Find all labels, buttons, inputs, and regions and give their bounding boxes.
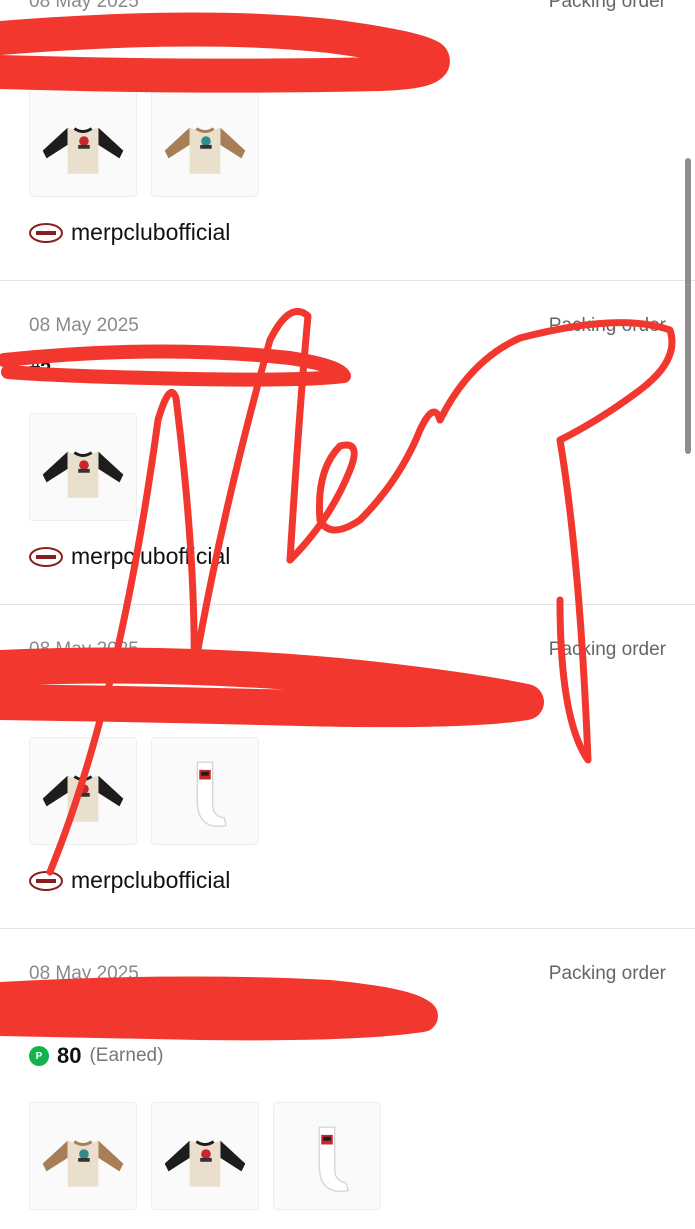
product-thumbnails bbox=[29, 89, 259, 197]
shop-logo-icon bbox=[29, 222, 63, 243]
order-date: 08 May 2025 bbox=[29, 639, 139, 660]
order-date: 08 May 2025 bbox=[29, 0, 139, 12]
order-card[interactable]: 08 May 2025 Packing order merpcluboffici… bbox=[0, 605, 695, 929]
order-id: #2 bbox=[29, 359, 52, 381]
product-thumbnails bbox=[29, 737, 259, 845]
order-status: Packing order bbox=[548, 639, 666, 660]
product-thumbnail[interactable] bbox=[29, 737, 137, 845]
raglan-shirt-black-sleeves-icon bbox=[42, 775, 124, 822]
product-thumbnail[interactable] bbox=[151, 1102, 259, 1210]
points-label: (Earned) bbox=[89, 1045, 164, 1066]
product-thumbnails bbox=[29, 413, 137, 521]
order-status: Packing order bbox=[548, 0, 666, 12]
shop-name: merpclubofficial bbox=[71, 219, 231, 245]
shop-name: merpclubofficial bbox=[71, 867, 231, 893]
raglan-shirt-brown-sleeves-icon bbox=[42, 1140, 124, 1187]
raglan-shirt-black-sleeves-icon bbox=[42, 127, 124, 174]
vertical-scrollbar[interactable] bbox=[685, 158, 691, 454]
white-sock-icon bbox=[196, 761, 228, 827]
shop-row[interactable]: merpclubofficial bbox=[29, 219, 230, 246]
points-earned: P 80 (Earned) bbox=[29, 1043, 163, 1069]
order-date: 08 May 2025 bbox=[29, 963, 139, 984]
product-thumbnail[interactable] bbox=[29, 89, 137, 197]
shop-row[interactable]: merpclubofficial bbox=[29, 867, 230, 894]
raglan-shirt-brown-sleeves-icon bbox=[164, 127, 246, 174]
product-thumbnail[interactable] bbox=[29, 413, 137, 521]
points-coin-icon: P bbox=[29, 1046, 49, 1066]
product-thumbnail[interactable] bbox=[29, 1102, 137, 1210]
order-card[interactable]: 08 May 2025 Packing order #2 merpcluboff… bbox=[0, 281, 695, 605]
raglan-shirt-black-sleeves-icon bbox=[164, 1140, 246, 1187]
product-thumbnail[interactable] bbox=[151, 737, 259, 845]
shop-row[interactable]: merpclubofficial bbox=[29, 543, 230, 570]
product-thumbnail[interactable] bbox=[273, 1102, 381, 1210]
product-thumbnails bbox=[29, 1102, 381, 1210]
shop-logo-icon bbox=[29, 546, 63, 567]
order-date: 08 May 2025 bbox=[29, 315, 139, 336]
shop-name: merpclubofficial bbox=[71, 543, 231, 569]
raglan-shirt-black-sleeves-icon bbox=[42, 451, 124, 498]
product-thumbnail[interactable] bbox=[151, 89, 259, 197]
order-status: Packing order bbox=[548, 963, 666, 984]
order-card[interactable]: 08 May 2025 Packing order P 80 (Earned) bbox=[0, 929, 695, 1229]
order-card[interactable]: 08 May 2025 Packing order merpcluboffici… bbox=[0, 0, 695, 281]
shop-logo-icon bbox=[29, 870, 63, 891]
order-status: Packing order bbox=[548, 315, 666, 336]
points-value: 80 bbox=[57, 1043, 82, 1068]
white-sock-icon bbox=[318, 1126, 350, 1192]
